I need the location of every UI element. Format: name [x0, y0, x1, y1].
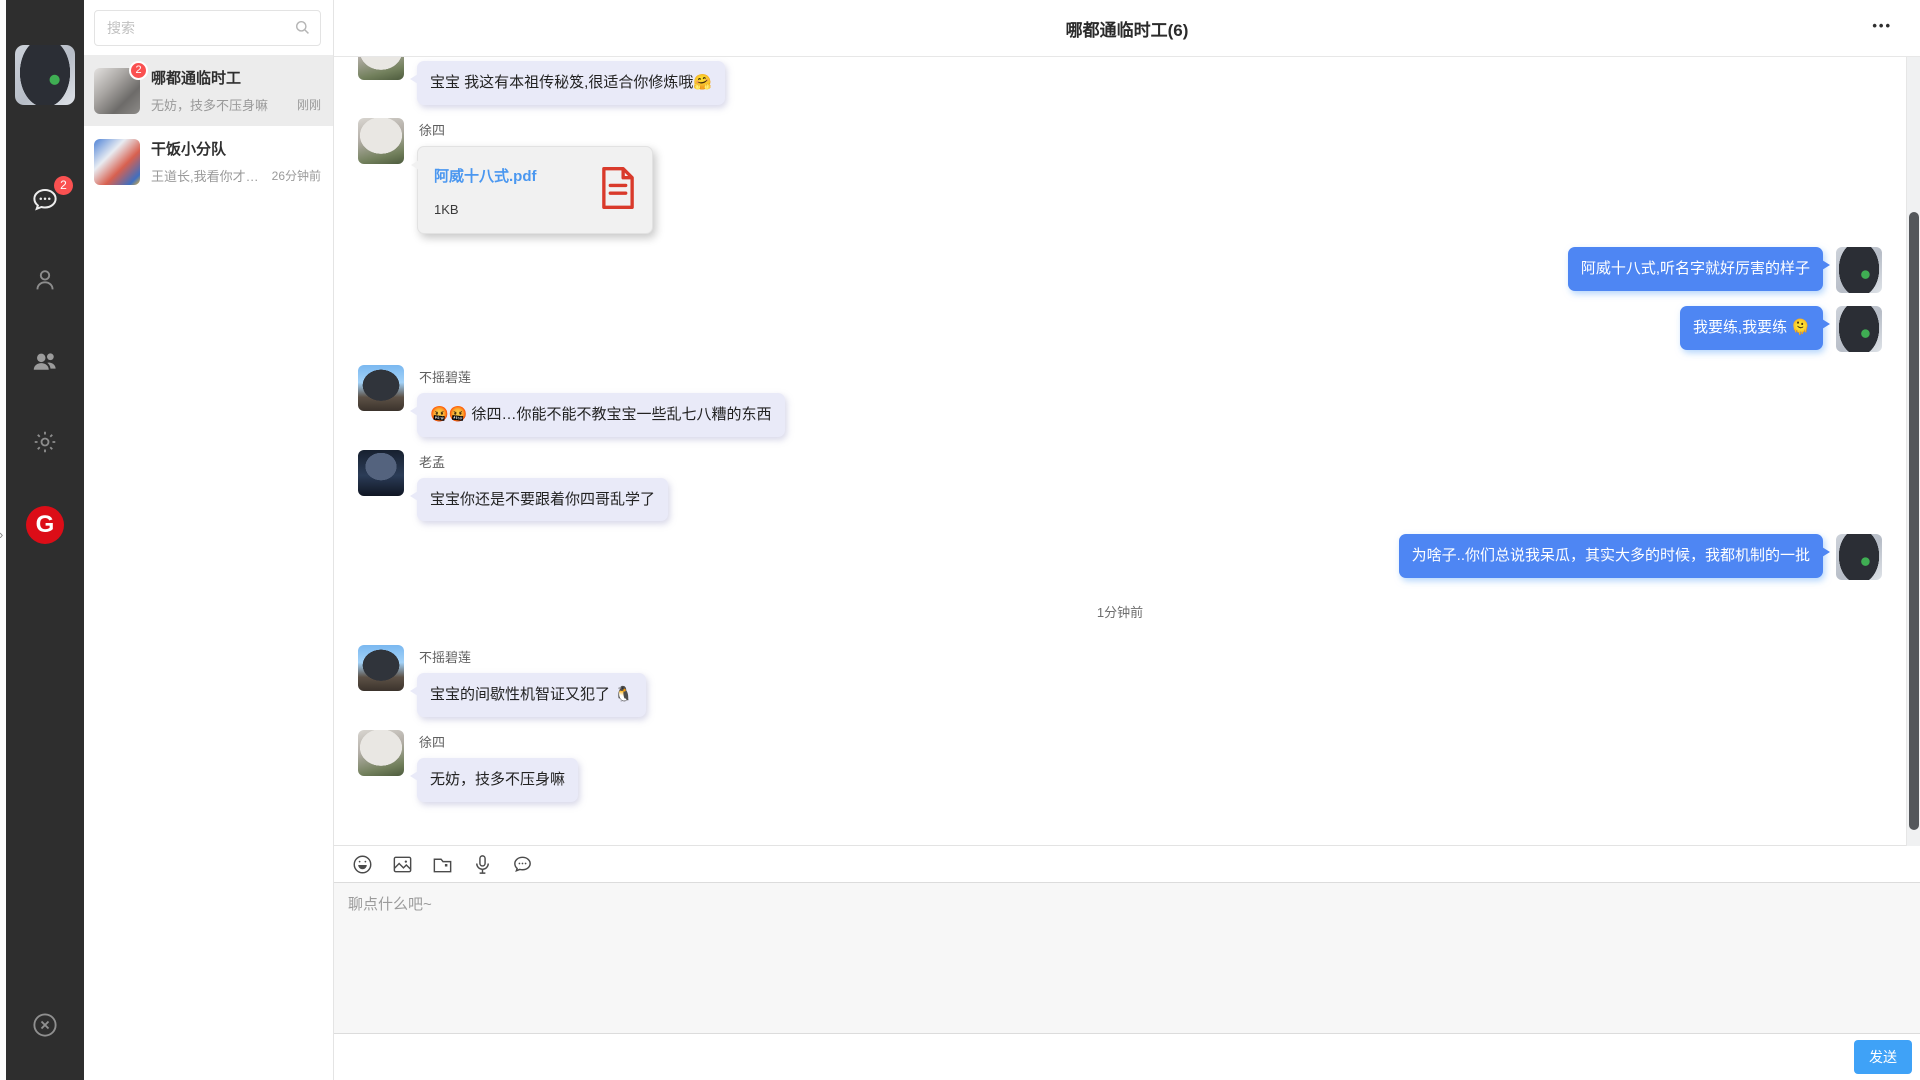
sidebar-item-settings[interactable]	[6, 428, 84, 456]
chats-unread-badge: 2	[54, 176, 73, 195]
more-options-icon[interactable]: •••	[1872, 18, 1892, 33]
message-input[interactable]	[334, 883, 1920, 1033]
gear-icon	[31, 428, 59, 456]
message-incoming: 不摇碧莲 🤬🤬 徐四…你能不能不教宝宝一些乱七八糟的东西	[358, 365, 1882, 437]
message-history-icon[interactable]	[511, 853, 534, 876]
sidebar-item-logout[interactable]	[6, 1010, 84, 1040]
send-row: 发送	[334, 1034, 1920, 1080]
chat-list-panel: 2 哪都通临时工 无妨，技多不压身嘛 刚刚	[84, 0, 334, 1080]
message-incoming: 宝宝 我这有本祖传秘笈,很适合你修炼哦🤗	[358, 61, 1882, 105]
sidebar-rail: 2	[6, 0, 84, 1080]
own-avatar[interactable]	[1836, 306, 1882, 352]
chat-app-window: › 2	[0, 0, 1920, 1080]
send-button[interactable]: 发送	[1854, 1040, 1912, 1074]
person-icon	[31, 266, 59, 294]
sender-avatar[interactable]	[358, 57, 404, 80]
composer: 发送	[334, 845, 1920, 1080]
conversation-list-item[interactable]: 2 哪都通临时工 无妨，技多不压身嘛 刚刚	[84, 55, 333, 126]
time-divider: 1分钟前	[358, 602, 1882, 621]
chat-title: 哪都通临时工(6)	[1066, 16, 1189, 41]
message-incoming: 不摇碧莲 宝宝的间歇性机智证又犯了 🐧	[358, 645, 1882, 717]
message-list: 宝宝 我这有本祖传秘笈,很适合你修炼哦🤗 徐四 阿威十八式.pdf 1KB	[334, 57, 1920, 845]
message-bubble[interactable]: 无妨，技多不压身嘛	[417, 758, 578, 802]
sender-name: 老孟	[419, 452, 668, 471]
scrollbar-track	[1906, 57, 1920, 846]
sidebar-item-chats[interactable]: 2	[6, 185, 84, 215]
conversation-avatar	[94, 139, 140, 185]
conversation-time: 刚刚	[297, 96, 321, 113]
search-row	[84, 0, 333, 55]
file-attachment-card[interactable]: 阿威十八式.pdf 1KB	[417, 146, 653, 234]
microphone-icon[interactable]	[471, 853, 494, 876]
conversation-time: 26分钟前	[272, 167, 321, 184]
collapse-handle-icon[interactable]: ›	[0, 528, 3, 541]
g-logo-icon: G	[26, 506, 64, 544]
own-avatar[interactable]	[1836, 247, 1882, 293]
message-bubble[interactable]: 宝宝你还是不要跟着你四哥乱学了	[417, 478, 668, 522]
image-icon[interactable]	[391, 853, 414, 876]
message-bubble[interactable]: 宝宝 我这有本祖传秘笈,很适合你修炼哦🤗	[417, 61, 725, 105]
sidebar-item-groups[interactable]	[6, 346, 84, 376]
conversation-list-item[interactable]: 干饭小分队 王道长,我看你才… 26分钟前	[84, 126, 333, 197]
people-group-icon	[30, 346, 60, 376]
message-incoming: 徐四 无妨，技多不压身嘛	[358, 730, 1882, 802]
message-bubble[interactable]: 为啥子..你们总说我呆瓜，其实大多的时候，我都机制的一批	[1399, 534, 1823, 578]
composer-toolbar	[334, 846, 1920, 882]
message-bubble[interactable]: 我要练,我要练 🫠	[1680, 306, 1823, 350]
conversation-title: 哪都通临时工	[151, 67, 321, 88]
chat-header: 哪都通临时工(6) •••	[334, 0, 1920, 57]
file-size: 1KB	[434, 202, 537, 217]
sender-name: 不摇碧莲	[419, 647, 646, 666]
scrollbar-thumb[interactable]	[1909, 212, 1919, 830]
conversation-list: 2 哪都通临时工 无妨，技多不压身嘛 刚刚	[84, 55, 333, 197]
folder-icon[interactable]	[431, 853, 454, 876]
sender-avatar[interactable]	[358, 730, 404, 776]
message-file: 徐四 阿威十八式.pdf 1KB	[358, 118, 1882, 234]
message-incoming: 老孟 宝宝你还是不要跟着你四哥乱学了	[358, 450, 1882, 522]
emoji-icon[interactable]	[351, 853, 374, 876]
chat-main: 哪都通临时工(6) ••• 宝宝 我这有本祖传秘笈,很适合你修炼哦🤗	[334, 0, 1920, 1080]
message-bubble[interactable]: 阿威十八式,听名字就好厉害的样子	[1568, 247, 1823, 291]
sender-avatar[interactable]	[358, 365, 404, 411]
search-icon[interactable]	[293, 18, 312, 42]
sender-avatar[interactable]	[358, 645, 404, 691]
message-outgoing: 阿威十八式,听名字就好厉害的样子	[358, 247, 1882, 293]
message-outgoing: 我要练,我要练 🫠	[358, 306, 1882, 352]
sidebar-item-g-logo[interactable]: G	[6, 506, 84, 544]
sender-avatar[interactable]	[358, 118, 404, 164]
message-outgoing: 为啥子..你们总说我呆瓜，其实大多的时候，我都机制的一批	[358, 534, 1882, 580]
current-user-avatar[interactable]	[15, 45, 75, 105]
sender-name: 徐四	[419, 732, 578, 751]
conversation-preview: 无妨，技多不压身嘛	[151, 95, 293, 114]
unread-badge: 2	[129, 61, 148, 80]
close-circle-icon	[30, 1010, 60, 1040]
conversation-preview: 王道长,我看你才…	[151, 166, 268, 185]
sender-avatar[interactable]	[358, 450, 404, 496]
pdf-document-icon	[600, 166, 636, 215]
conversation-avatar: 2	[94, 68, 140, 114]
conversation-title: 干饭小分队	[151, 138, 321, 159]
message-bubble[interactable]: 宝宝的间歇性机智证又犯了 🐧	[417, 673, 646, 717]
sender-name: 不摇碧莲	[419, 367, 785, 386]
sender-name: 徐四	[419, 120, 653, 139]
message-bubble[interactable]: 🤬🤬 徐四…你能不能不教宝宝一些乱七八糟的东西	[417, 393, 785, 437]
file-name: 阿威十八式.pdf	[434, 165, 537, 186]
sidebar-item-contacts[interactable]	[6, 266, 84, 294]
own-avatar[interactable]	[1836, 534, 1882, 580]
search-input[interactable]	[94, 10, 321, 46]
message-input-box	[334, 882, 1920, 1034]
